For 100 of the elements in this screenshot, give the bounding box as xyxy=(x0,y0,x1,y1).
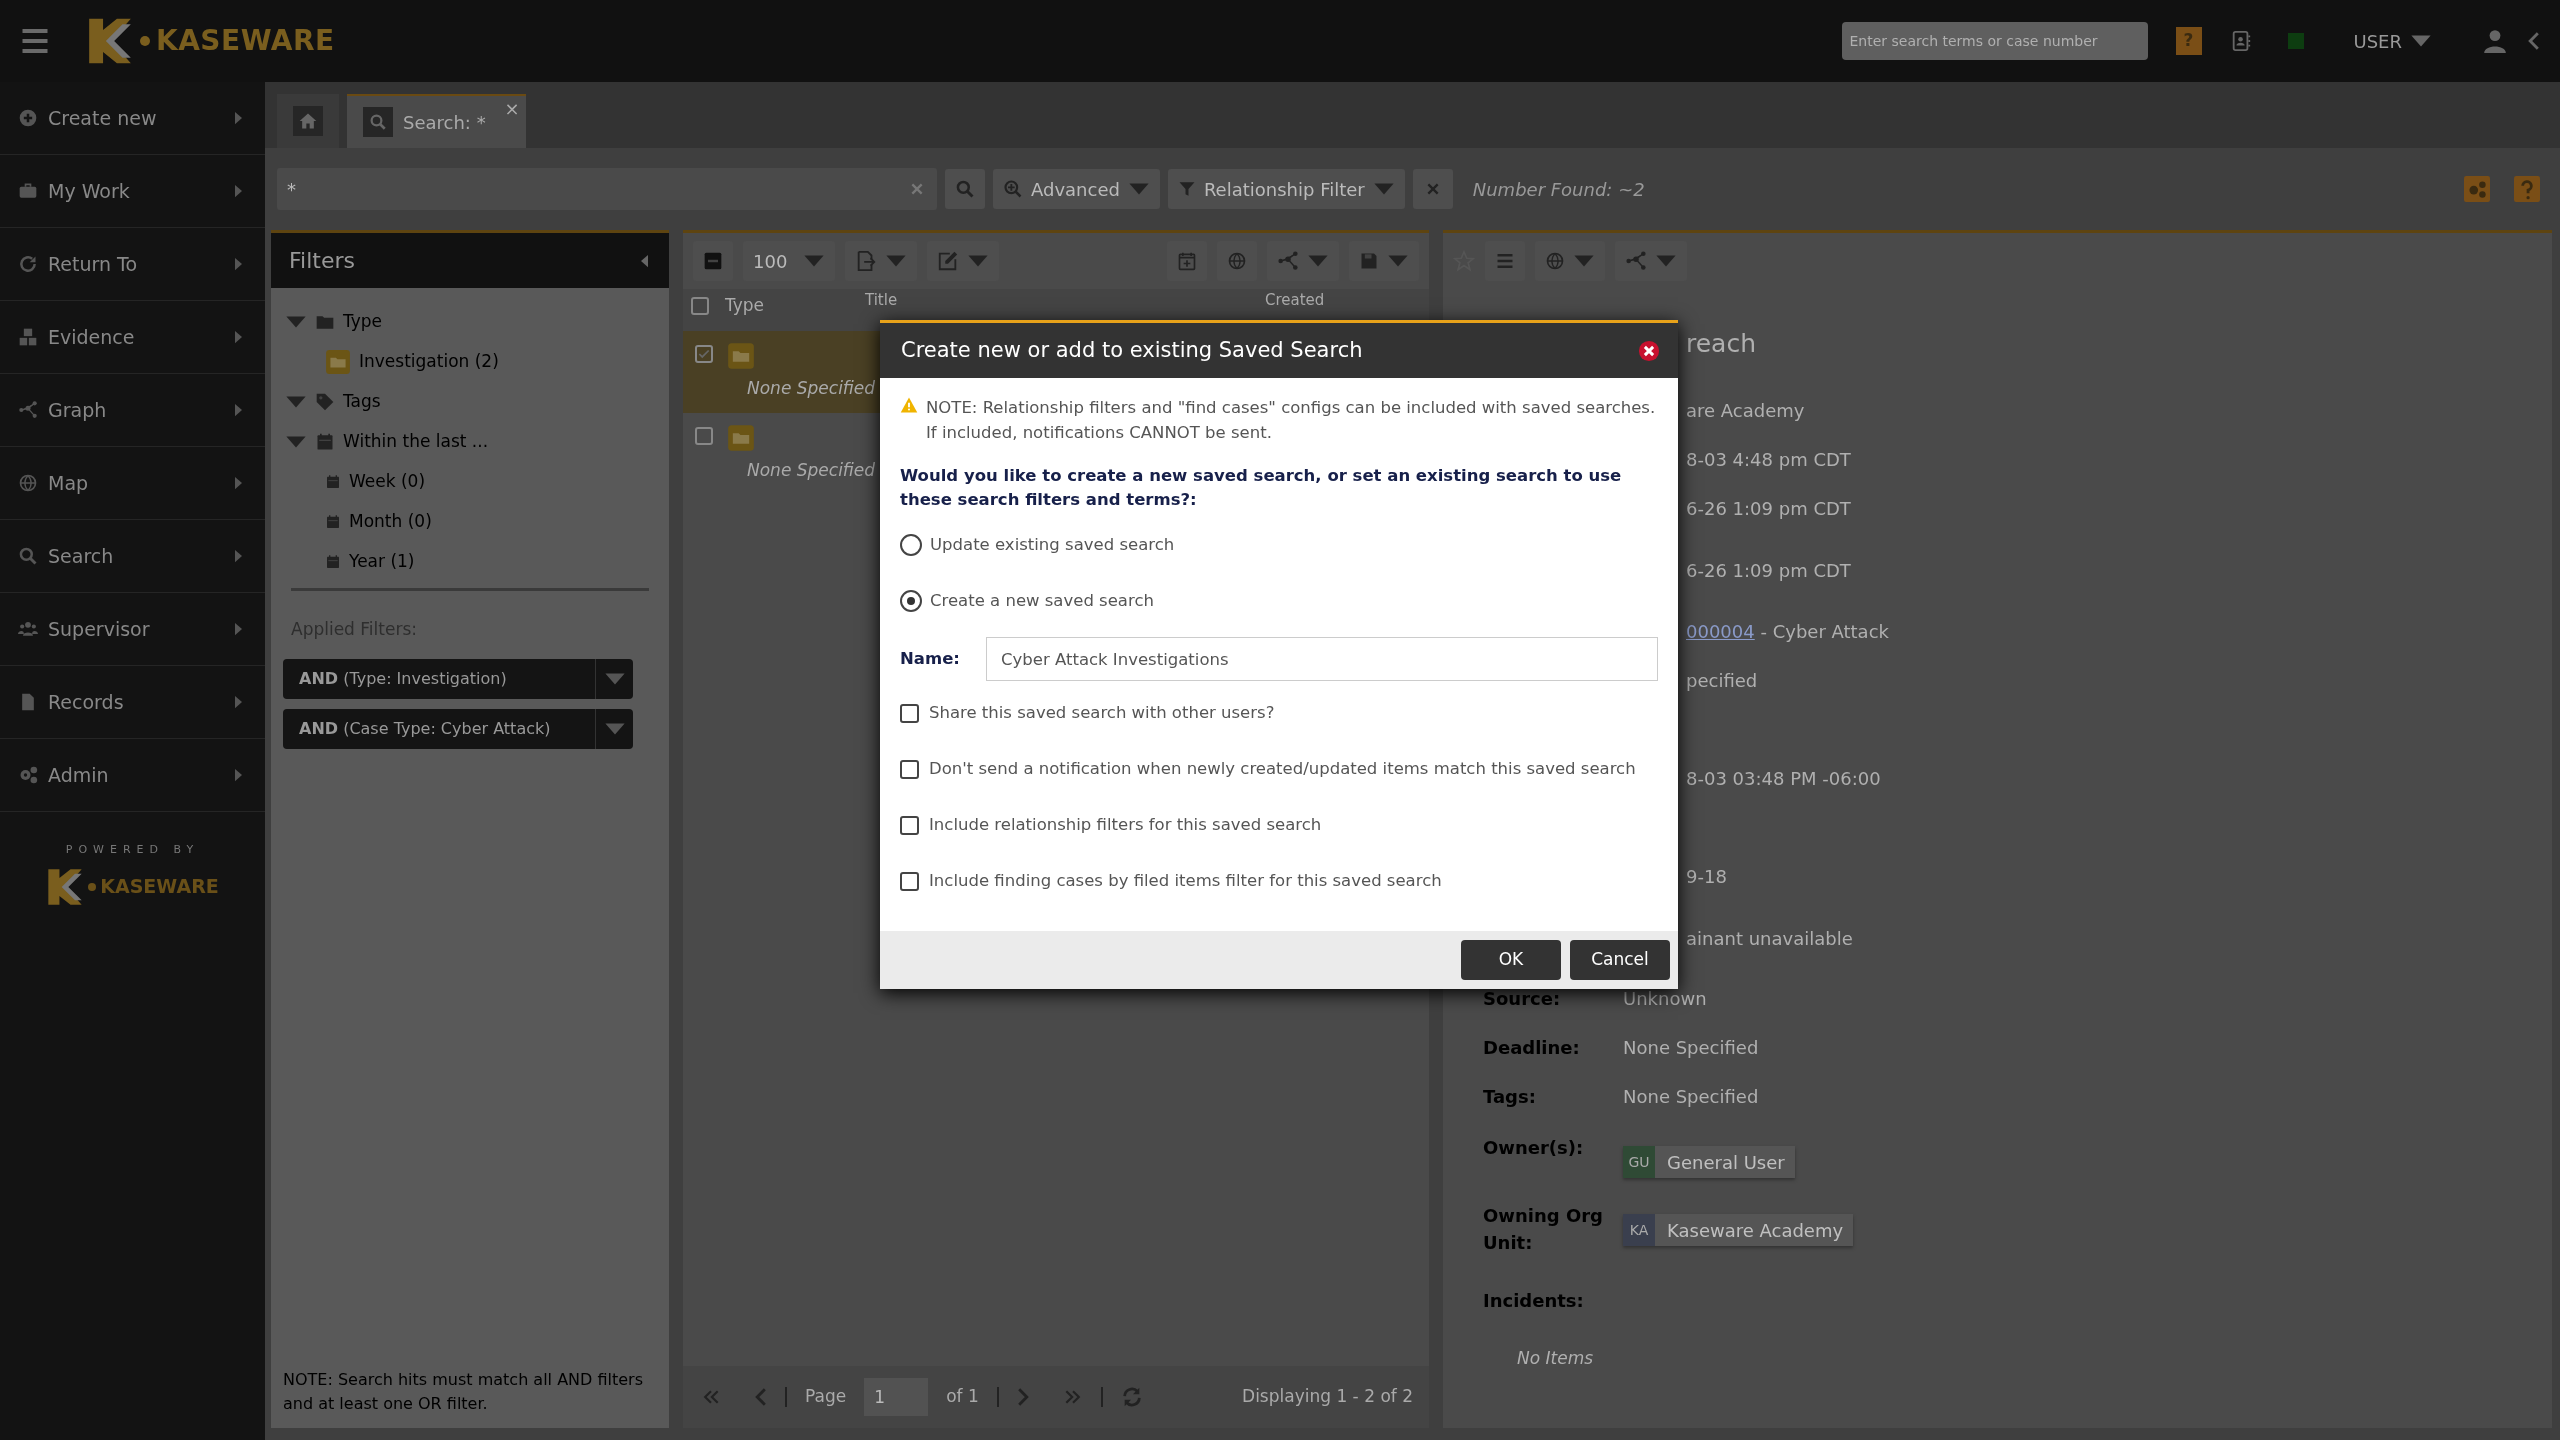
sidebar-item[interactable]: Records xyxy=(0,666,265,739)
sidebar-item[interactable]: Admin xyxy=(0,739,265,812)
close-button[interactable]: × xyxy=(504,100,520,118)
applied-filter-button[interactable]: AND (Type: Investigation) xyxy=(283,658,595,699)
clear-button[interactable] xyxy=(897,168,937,210)
user-icon xyxy=(2482,28,2508,54)
tree-item[interactable]: Investigation (2) xyxy=(325,342,499,382)
tab[interactable]: Search: * × xyxy=(347,94,526,148)
close-button[interactable] xyxy=(1638,339,1660,362)
map-button[interactable] xyxy=(1217,241,1257,281)
cancel-button[interactable]: Cancel xyxy=(1570,940,1670,980)
settings-button[interactable] xyxy=(2464,176,2490,202)
calendar-button[interactable] xyxy=(1167,241,1207,281)
radio-option[interactable]: Create a new saved search xyxy=(900,573,1154,629)
sidebar-item[interactable]: Return To xyxy=(0,228,265,301)
field-value: 6-26 1:09 pm CDT xyxy=(1686,497,1851,521)
advanced-dropdown[interactable]: Advanced xyxy=(993,169,1160,209)
tree-item[interactable]: Month (0) xyxy=(325,502,432,542)
map-dropdown[interactable] xyxy=(1535,241,1605,281)
tag-icon xyxy=(315,392,335,412)
row-checkbox[interactable] xyxy=(695,427,713,445)
folder-icon xyxy=(325,349,351,375)
user-chip[interactable]: KA Kaseware Academy xyxy=(1623,1214,1854,1246)
user-menu[interactable]: USER xyxy=(2347,26,2438,56)
folder-icon xyxy=(727,342,755,370)
query-field[interactable]: * xyxy=(277,168,897,210)
page-field[interactable]: 1 xyxy=(864,1378,929,1416)
save-dropdown[interactable] xyxy=(1349,241,1419,281)
search-icon xyxy=(369,113,387,131)
page-size-dropdown[interactable]: 100 xyxy=(743,241,835,281)
collapse-button[interactable] xyxy=(2528,31,2540,51)
checkbox-option[interactable]: Include relationship filters for this saved search xyxy=(900,797,1322,853)
caret-icon xyxy=(967,254,989,268)
name-field[interactable]: Cyber Attack Investigations xyxy=(986,637,1658,681)
caret-icon xyxy=(1655,254,1677,268)
help-button[interactable] xyxy=(2514,176,2540,202)
check-icon xyxy=(697,347,711,361)
case-link[interactable]: 000004 xyxy=(1686,621,1755,642)
edit-icon xyxy=(937,250,959,272)
ok-button[interactable]: OK xyxy=(1461,940,1561,980)
collapse-button[interactable] xyxy=(640,253,649,268)
sidebar-item[interactable]: My Work xyxy=(0,155,265,228)
relationship-filter-dropdown[interactable]: Relationship Filter xyxy=(1167,169,1405,209)
field-value: 8-03 4:48 pm CDT xyxy=(1686,448,1851,472)
tree-item[interactable]: Week (0) xyxy=(325,462,426,502)
sidebar-item[interactable]: Supervisor xyxy=(0,593,265,666)
sidebar-item[interactable]: Evidence xyxy=(0,301,265,374)
users-icon xyxy=(18,619,38,639)
caret-icon xyxy=(234,768,243,782)
applied-filter-button[interactable]: AND (Case Type: Cyber Attack) xyxy=(283,708,595,749)
search-icon xyxy=(955,179,975,199)
sidebar-item[interactable]: Search xyxy=(0,520,265,593)
clear-button[interactable] xyxy=(1412,169,1453,209)
user-chip[interactable]: GU General User xyxy=(1623,1146,1795,1178)
export-dropdown[interactable] xyxy=(845,241,917,281)
menu-button[interactable] xyxy=(20,26,50,56)
sidebar-item[interactable]: Map xyxy=(0,447,265,520)
edit-dropdown[interactable] xyxy=(927,241,999,281)
tree-item[interactable]: Type xyxy=(285,302,383,342)
logo-text: KASEWARE xyxy=(156,23,335,59)
checkbox-option[interactable]: Share this saved search with other users? xyxy=(900,685,1275,741)
row-checkbox[interactable] xyxy=(695,345,713,363)
graph-icon xyxy=(18,400,38,420)
refresh-button[interactable] xyxy=(1120,1386,1143,1408)
export-icon xyxy=(855,250,877,272)
caret-icon xyxy=(234,549,243,563)
dropdown-button[interactable] xyxy=(595,708,633,749)
previous-page-button[interactable] xyxy=(755,1387,767,1407)
close-icon xyxy=(909,181,925,197)
gears-icon xyxy=(18,765,38,785)
home-icon xyxy=(298,111,318,131)
checkbox-option[interactable]: Don't send a notification when newly created/updated items match this saved search xyxy=(900,741,1636,797)
tab[interactable] xyxy=(277,94,339,148)
caret-icon xyxy=(603,721,626,736)
graph-dropdown[interactable] xyxy=(1267,241,1339,281)
checkbox-option[interactable]: Include finding cases by filed items filter for this saved search xyxy=(900,853,1442,909)
field-value: 8-03 03:48 PM -06:00 xyxy=(1686,767,1881,791)
select-all-checkbox[interactable] xyxy=(691,297,709,315)
search-button[interactable] xyxy=(945,169,985,209)
column-header: Type xyxy=(725,294,766,317)
caret-icon xyxy=(234,695,243,709)
list-button[interactable] xyxy=(1485,241,1525,281)
radio-option[interactable]: Update existing saved search xyxy=(900,517,1175,573)
collapse-button[interactable] xyxy=(693,241,733,281)
tree-item[interactable]: Year (1) xyxy=(325,542,415,582)
field-label: Source: xyxy=(1483,987,1562,1011)
column-header: Created xyxy=(1265,293,1325,308)
dropdown-button[interactable] xyxy=(595,658,633,699)
next-page-button[interactable] xyxy=(1016,1387,1029,1407)
search-field[interactable]: Enter search terms or case number xyxy=(1841,22,2148,60)
briefcase-icon xyxy=(18,181,38,201)
caret-icon xyxy=(234,330,243,344)
field-label: Name: xyxy=(900,647,961,670)
sidebar-item[interactable]: Graph xyxy=(0,374,265,447)
chevron-right-icon xyxy=(1016,1387,1029,1407)
caret-icon xyxy=(885,254,907,268)
tree-item[interactable]: Tags xyxy=(285,382,381,422)
graph-dropdown[interactable] xyxy=(1615,241,1687,281)
tree-item[interactable]: Within the last ... xyxy=(285,422,489,462)
profile-button[interactable] xyxy=(2482,28,2508,54)
